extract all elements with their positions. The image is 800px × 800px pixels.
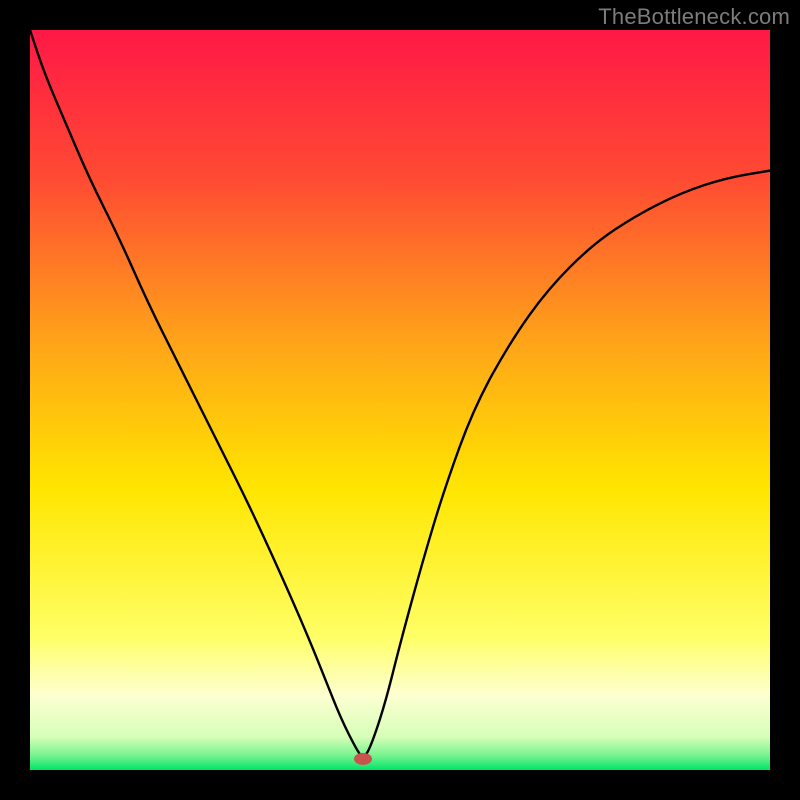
chart-frame: TheBottleneck.com xyxy=(0,0,800,800)
gradient-background xyxy=(30,30,770,770)
watermark-text: TheBottleneck.com xyxy=(598,4,790,30)
chart-svg xyxy=(30,30,770,770)
plot-area xyxy=(30,30,770,770)
minimum-marker xyxy=(354,753,372,765)
